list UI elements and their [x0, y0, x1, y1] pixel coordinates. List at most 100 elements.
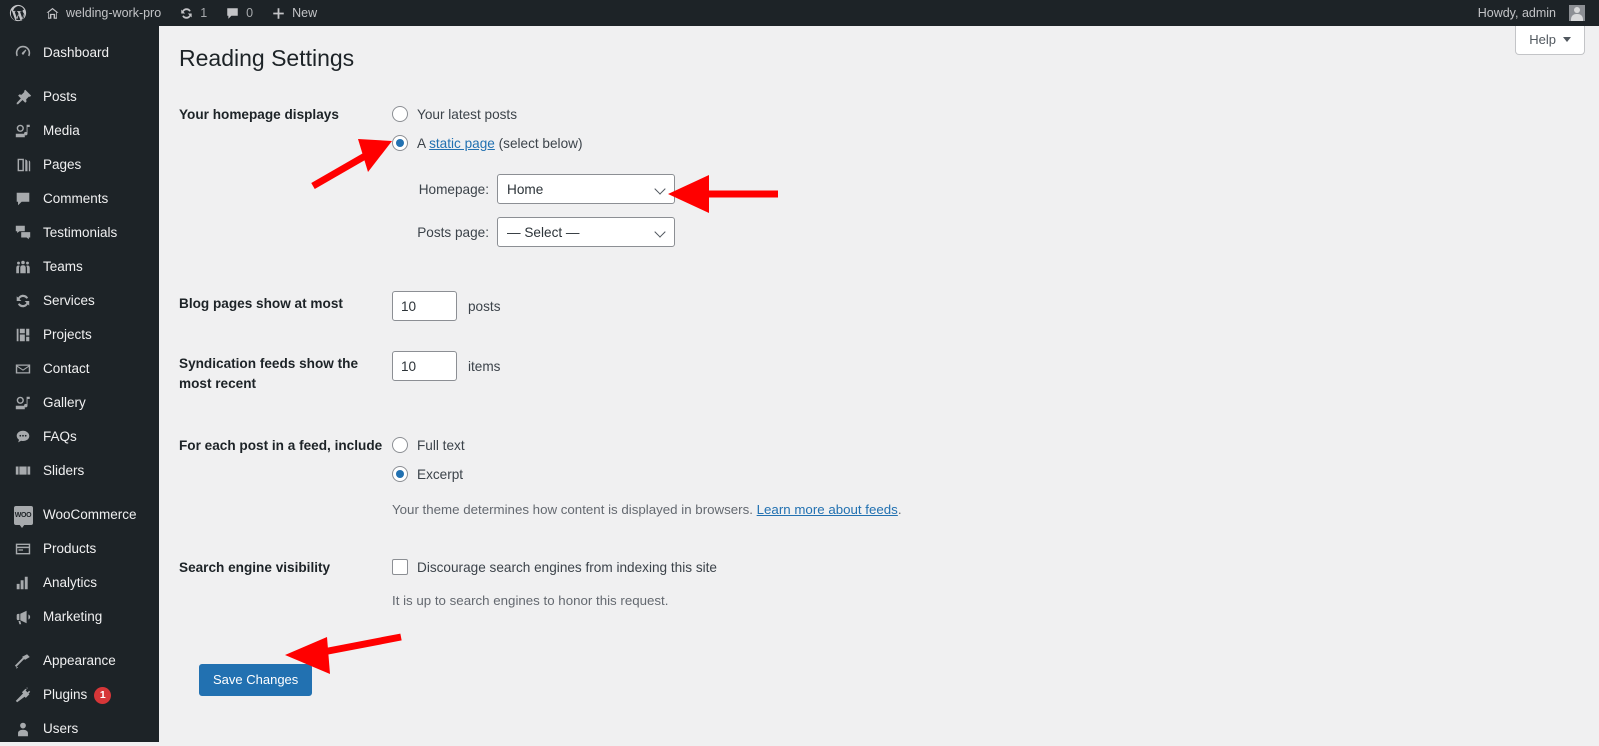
sidebar-item-label: Appearance — [43, 653, 116, 669]
sidebar-item-comments[interactable]: Comments — [0, 182, 159, 216]
sidebar-item-gallery[interactable]: Gallery — [0, 386, 159, 420]
blog-pages-input[interactable] — [392, 291, 457, 321]
discourage-search-engines-label: Discourage search engines from indexing … — [417, 559, 717, 575]
save-changes-button[interactable]: Save Changes — [199, 664, 313, 696]
plugins-icon — [12, 685, 34, 705]
sidebar-item-label: Gallery — [43, 395, 86, 411]
updates-icon — [179, 6, 194, 21]
reading-settings-form: Your homepage displays Your latest posts… — [179, 102, 1479, 696]
sidebar-item-label: Dashboard — [43, 45, 110, 61]
sidebar-item-products[interactable]: Products — [0, 532, 159, 566]
help-tab-button[interactable]: Help — [1515, 26, 1585, 55]
comment-bubble-icon — [12, 189, 34, 209]
sidebar-item-woocommerce[interactable]: WOO WooCommerce — [0, 498, 159, 532]
radio-excerpt[interactable] — [392, 466, 408, 483]
home-icon — [45, 6, 60, 21]
row-search-visibility: Search engine visibility Discourage sear… — [179, 555, 1479, 611]
static-page-link[interactable]: static page — [429, 136, 495, 151]
updates-button[interactable]: 1 — [170, 0, 216, 26]
posts-page-select[interactable]: — Select — — [497, 217, 675, 247]
help-label: Help — [1529, 32, 1556, 47]
sidebar-item-teams[interactable]: Teams — [0, 250, 159, 284]
homepage-select[interactable]: Home — [497, 174, 675, 204]
sidebar-item-sliders[interactable]: Sliders — [0, 454, 159, 488]
projects-icon — [12, 325, 34, 345]
menu-separator — [0, 488, 159, 498]
radio-latest-posts[interactable] — [392, 106, 408, 122]
chevron-down-icon — [1563, 37, 1571, 42]
sidebar-item-faqs[interactable]: FAQs — [0, 420, 159, 454]
comment-bubble-icon — [225, 6, 240, 21]
posts-page-select-row: Posts page: — Select — — [392, 217, 1479, 247]
sidebar-item-label: Users — [43, 721, 79, 737]
pages-icon — [12, 155, 34, 175]
option-excerpt[interactable]: Excerpt — [392, 462, 1479, 486]
sidebar-item-media[interactable]: Media — [0, 114, 159, 148]
radio-static-page-label: A static page (select below) — [417, 135, 583, 151]
row-label: Your homepage displays — [179, 107, 339, 122]
appearance-icon — [12, 651, 34, 671]
sidebar-item-label: Products — [43, 541, 97, 557]
row-label: Search engine visibility — [179, 560, 331, 576]
row-feed-include: For each post in a feed, include Full te… — [179, 433, 1479, 520]
sidebar-item-label: Services — [43, 293, 95, 309]
sidebar-item-analytics[interactable]: Analytics — [0, 566, 159, 600]
howdy-user-menu[interactable]: Howdy, admin — [1469, 0, 1599, 26]
wordpress-logo-icon — [9, 4, 27, 22]
howdy-label: Howdy, admin — [1477, 6, 1556, 20]
plugins-update-badge: 1 — [94, 686, 112, 704]
sidebar-item-projects[interactable]: Projects — [0, 318, 159, 352]
sidebar-item-posts[interactable]: Posts — [0, 80, 159, 114]
radio-full-text[interactable] — [392, 437, 408, 454]
sidebar-item-testimonials[interactable]: Testimonials — [0, 216, 159, 250]
new-content-button[interactable]: New — [262, 0, 326, 26]
homepage-select-wrapper: Home — [497, 174, 675, 204]
gallery-icon — [12, 393, 34, 413]
sidebar-item-label: Posts — [43, 89, 77, 105]
sidebar-item-label: Comments — [43, 191, 109, 207]
analytics-icon — [12, 573, 34, 593]
syndication-input[interactable] — [392, 351, 457, 381]
comments-button[interactable]: 0 — [216, 0, 262, 26]
discourage-search-engines-checkbox[interactable] — [392, 559, 408, 576]
sidebar-item-services[interactable]: Services — [0, 284, 159, 318]
sidebar-item-users[interactable]: Users — [0, 712, 159, 746]
sidebar-item-appearance[interactable]: Appearance — [0, 644, 159, 678]
sidebar-item-label: Media — [43, 123, 80, 139]
site-name-button[interactable]: welding-work-pro — [36, 0, 170, 26]
wordpress-logo-button[interactable] — [0, 0, 36, 26]
woocommerce-icon: WOO — [12, 505, 34, 528]
admin-sidebar-menu: Dashboard Posts Media Pages Comments Tes… — [0, 26, 159, 742]
row-label: Blog pages show at most — [179, 296, 343, 311]
new-content-label: New — [292, 6, 318, 20]
sidebar-item-plugins[interactable]: Plugins 1 — [0, 678, 159, 712]
menu-separator — [0, 634, 159, 644]
option-latest-posts[interactable]: Your latest posts — [392, 102, 1479, 126]
site-name-label: welding-work-pro — [66, 6, 162, 20]
sidebar-item-pages[interactable]: Pages — [0, 148, 159, 182]
page-title: Reading Settings — [179, 45, 355, 71]
radio-excerpt-label: Excerpt — [417, 466, 464, 482]
option-discourage-search-engines[interactable]: Discourage search engines from indexing … — [392, 555, 1479, 579]
sliders-icon — [12, 461, 34, 481]
admin-bar: welding-work-pro 1 0 New Howdy, admin — [0, 0, 1599, 26]
faq-icon — [12, 427, 34, 447]
services-icon — [12, 291, 34, 311]
learn-more-feeds-link[interactable]: Learn more about feeds — [757, 502, 898, 517]
radio-static-page[interactable] — [392, 135, 408, 151]
homepage-select-label: Homepage: — [418, 181, 489, 197]
option-static-page[interactable]: A static page (select below) — [392, 131, 1479, 155]
option-full-text[interactable]: Full text — [392, 433, 1479, 457]
testimonials-icon — [12, 223, 34, 243]
comments-count: 0 — [246, 6, 254, 20]
sidebar-item-label: Contact — [43, 361, 90, 377]
blog-pages-unit: posts — [468, 298, 501, 314]
sidebar-item-contact[interactable]: Contact — [0, 352, 159, 386]
updates-count: 1 — [200, 6, 208, 20]
products-icon — [12, 539, 34, 559]
homepage-select-row: Homepage: Home — [392, 174, 1479, 204]
syndication-unit: items — [468, 358, 501, 374]
sidebar-item-marketing[interactable]: Marketing — [0, 600, 159, 634]
sidebar-item-label: WooCommerce — [43, 507, 137, 523]
sidebar-item-dashboard[interactable]: Dashboard — [0, 36, 159, 70]
